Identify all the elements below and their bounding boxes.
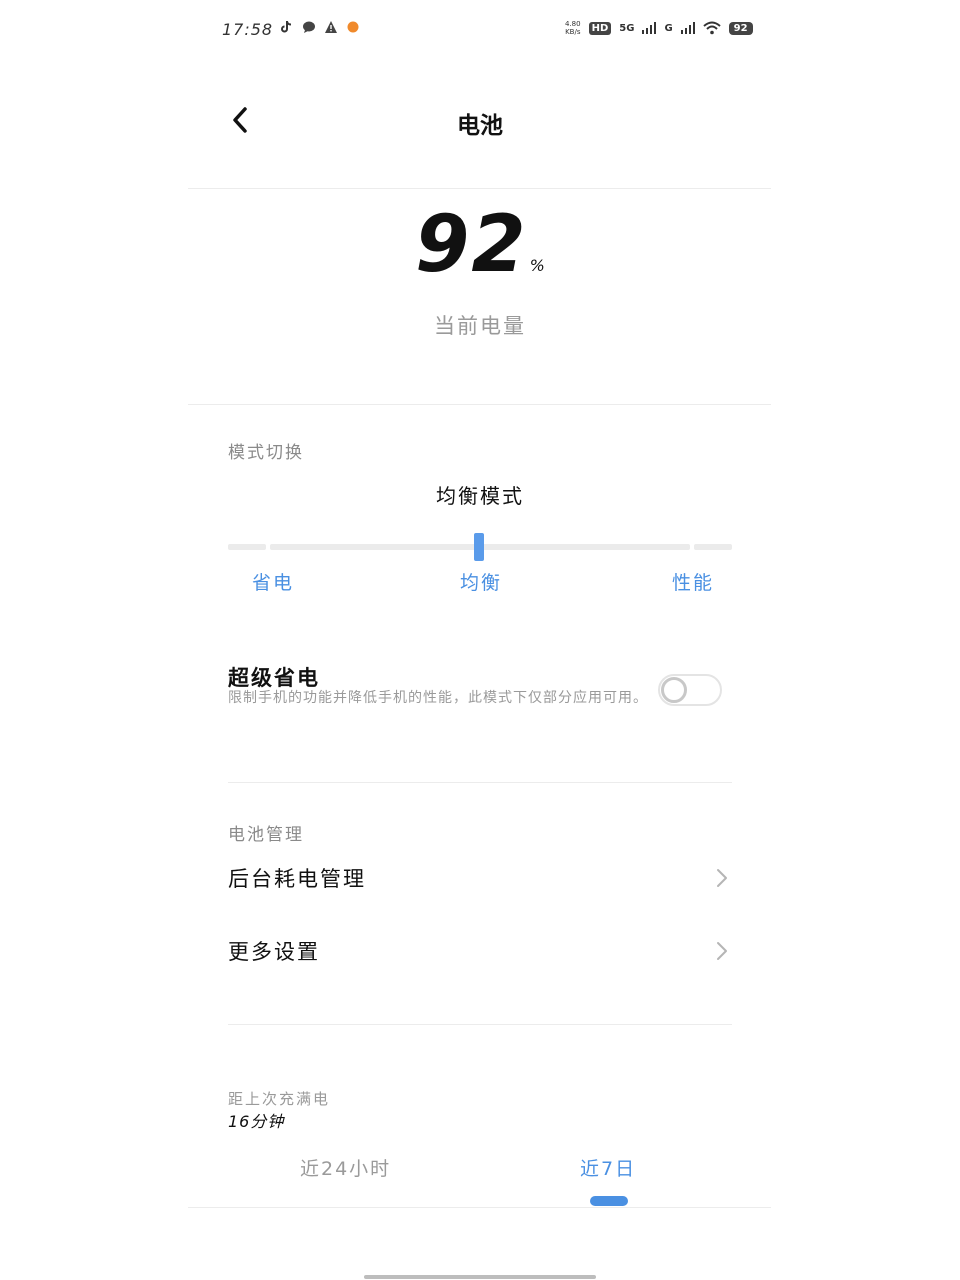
section-divider-3 [228, 1024, 732, 1025]
network-5g: 5G [619, 22, 635, 34]
tiktok-icon [281, 20, 292, 33]
net-speed: 4.80 KB/s [565, 20, 581, 36]
home-indicator[interactable] [364, 1275, 596, 1279]
warning-icon [325, 21, 337, 33]
chevron-right-icon [717, 942, 727, 960]
more-settings-item[interactable]: 更多设置 [228, 927, 732, 975]
slider-thumb[interactable] [474, 533, 484, 561]
orange-dot-icon [347, 21, 359, 33]
chat-icon [303, 21, 315, 33]
super-saver-toggle[interactable] [658, 674, 722, 706]
hd-badge: HD [588, 21, 612, 35]
chevron-left-icon [233, 107, 247, 133]
super-saver-description: 限制手机的功能并降低手机的性能，此模式下仅部分应用可用。 [228, 690, 648, 706]
battery-icon: 92 [728, 21, 753, 35]
net-speed-unit: KB/s [565, 28, 581, 36]
mode-option-performance[interactable]: 性能 [672, 568, 714, 595]
back-button[interactable] [222, 100, 258, 140]
battery-level-label: 当前电量 [434, 314, 526, 338]
header-divider [188, 188, 771, 189]
signal-icon-2 [680, 22, 695, 34]
slider-track-left [228, 544, 266, 550]
mode-option-save[interactable]: 省电 [252, 568, 294, 595]
background-power-item[interactable]: 后台耗电管理 [228, 854, 732, 902]
section-divider [188, 404, 771, 405]
toggle-knob [661, 677, 687, 703]
tab-24-hours[interactable]: 近24小时 [300, 1154, 391, 1181]
chevron-right-icon [717, 869, 727, 887]
tab-7-days[interactable]: 近7日 [580, 1154, 636, 1181]
status-time: 17:58 [222, 20, 274, 39]
page-title: 电池 [457, 113, 503, 139]
battery-level-value: 92 [415, 200, 528, 290]
signal-icon [642, 22, 657, 34]
mode-slider[interactable] [228, 533, 732, 561]
net-speed-value: 4.80 [565, 20, 581, 28]
since-full-charge-label: 距上次充满电 [228, 1090, 331, 1108]
section-divider-2 [228, 782, 732, 783]
list-item-label: 后台耗电管理 [228, 867, 366, 891]
slider-track-right [694, 544, 732, 550]
mode-option-balanced[interactable]: 均衡 [460, 568, 502, 595]
current-mode-label: 均衡模式 [436, 484, 524, 508]
mode-section-label: 模式切换 [228, 443, 304, 463]
status-notification-icons [280, 20, 360, 34]
management-section-label: 电池管理 [228, 825, 304, 845]
list-item-label: 更多设置 [228, 940, 320, 964]
battery-level-unit: % [529, 256, 545, 275]
battery-level-display: 92% [380, 200, 580, 290]
tab-active-indicator [590, 1196, 628, 1206]
tabs-divider [188, 1207, 771, 1208]
wifi-icon [702, 21, 721, 35]
since-full-charge-value: 16分钟 [228, 1112, 285, 1131]
status-system-icons: 4.80 KB/s HD 5G G 92 [565, 20, 753, 36]
network-g: G [664, 22, 673, 34]
